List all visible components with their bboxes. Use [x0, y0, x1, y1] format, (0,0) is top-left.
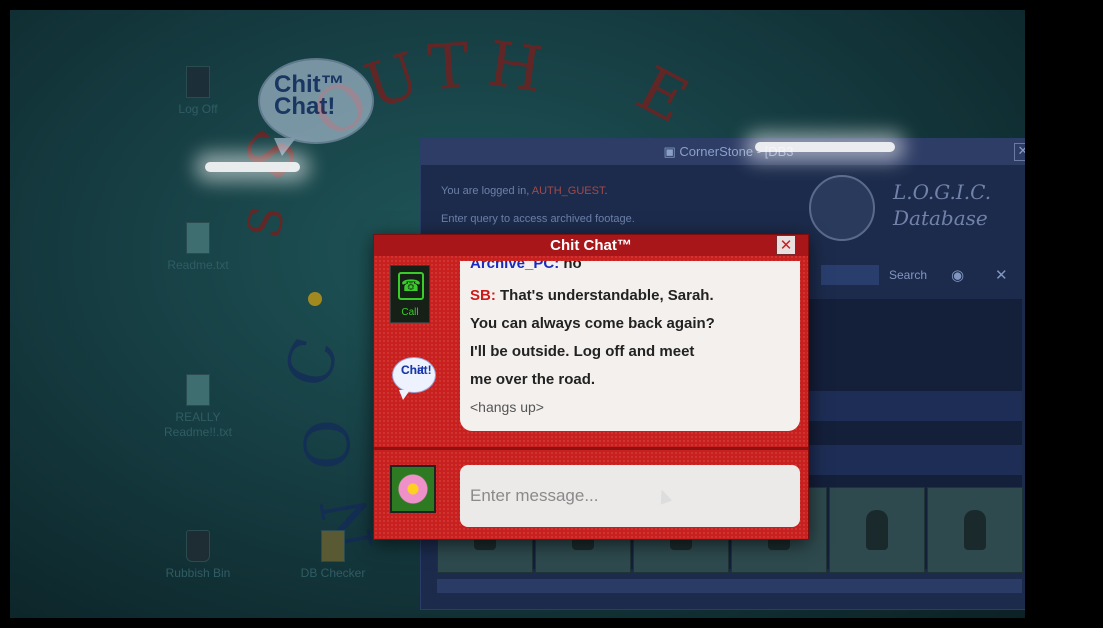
- window-icon: ▣: [663, 144, 680, 159]
- seal-logo: [809, 175, 875, 241]
- chitchat-close-button[interactable]: ✕: [776, 235, 796, 255]
- login-status: You are logged in, AUTH_GUEST.: [441, 185, 608, 197]
- database-title: L.O.G.I.C. Database: [893, 179, 991, 231]
- door-icon: [186, 66, 210, 98]
- divider: [374, 447, 808, 450]
- message-line: me over the road.: [470, 371, 596, 388]
- database-file-icon: [321, 530, 345, 562]
- background-letter-s2: S: [236, 201, 296, 243]
- message-line: SB: That's understandable, Sarah.: [470, 287, 714, 304]
- message-input[interactable]: [460, 465, 800, 527]
- background-letter-c: C: [270, 330, 354, 395]
- database-title-line1: L.O.G.I.C.: [893, 180, 992, 204]
- trash-icon: [186, 530, 210, 562]
- screen-glare: [755, 142, 895, 152]
- database-title-line2: Database: [893, 206, 988, 230]
- desktop-icon-log-off[interactable]: Log Off: [153, 66, 243, 117]
- background-letter-t: T: [425, 28, 472, 105]
- background-letter-h: H: [483, 26, 547, 107]
- desktop-icon-label-line2: Readme!!.txt: [163, 425, 233, 439]
- message-line: You can always come back again?: [470, 315, 715, 332]
- background-letter-o2: O: [290, 419, 364, 470]
- desktop-icon-rubbish-bin[interactable]: Rubbish Bin: [153, 530, 243, 581]
- desktop-icon-label-line1: REALLY: [175, 410, 221, 424]
- search-input[interactable]: [821, 265, 879, 285]
- search-button[interactable]: Search: [889, 265, 927, 285]
- desktop-icon-label: DB Checker: [300, 566, 366, 580]
- call-label: Call: [401, 307, 419, 318]
- chitchat-window: Chit Chat™ ✕ ☎ Call Chit Chat! Archive_PC…: [373, 234, 809, 540]
- text-file-icon: [186, 222, 210, 254]
- message-line: Archive_PC: no: [470, 261, 582, 272]
- footage-thumbnail[interactable]: [829, 487, 925, 573]
- desktop-icon-really-readme[interactable]: REALLY Readme!!.txt: [153, 374, 243, 440]
- message-sender: SB:: [470, 287, 496, 304]
- message-line: I'll be outside. Log off and meet: [470, 343, 695, 360]
- cornerstone-close-button[interactable]: ✕: [1014, 143, 1025, 161]
- avatar: [390, 465, 436, 513]
- message-sender: Archive_PC:: [470, 261, 560, 272]
- tools-icon[interactable]: ✕: [995, 265, 1008, 285]
- chitchat-logo: Chit Chat!: [392, 357, 436, 400]
- background-letter-e: E: [625, 51, 700, 138]
- query-prompt: Enter query to access archived footage.: [441, 213, 635, 225]
- call-button[interactable]: ☎ Call: [390, 265, 430, 323]
- footage-thumbnail[interactable]: [927, 487, 1023, 573]
- desktop-icon-label: Log Off: [178, 102, 218, 116]
- phone-icon: ☎: [398, 272, 424, 300]
- chitchat-logo-line2: Chat!: [401, 363, 432, 377]
- message-text: That's understandable, Sarah.: [495, 287, 714, 304]
- logo-line2: Chat!: [274, 93, 336, 120]
- desktop-icon-db-checker[interactable]: DB Checker: [288, 530, 378, 581]
- login-user: AUTH_GUEST: [531, 185, 605, 197]
- chitchat-title-bar[interactable]: Chit Chat™: [374, 235, 808, 256]
- login-prefix: You are logged in,: [441, 185, 532, 197]
- desktop-dot: [308, 292, 322, 306]
- message-text: no: [559, 261, 582, 272]
- desktop-icon-label: Readme.txt: [167, 258, 229, 272]
- message-history[interactable]: Archive_PC: no SB: That's understandable…: [460, 261, 800, 431]
- info-icon[interactable]: ◉: [951, 265, 964, 285]
- cornerstone-title-bar[interactable]: ▣ CornerStone - [DB3: [421, 139, 1025, 165]
- screen-glare: [205, 162, 300, 172]
- desktop-icon-readme[interactable]: Readme.txt: [153, 222, 243, 273]
- cornerstone-scrollbar[interactable]: [437, 579, 1022, 593]
- chitchat-desktop-logo[interactable]: Chit™ Chat!: [258, 58, 374, 156]
- system-message: <hangs up>: [470, 399, 544, 415]
- desktop-icon-label: Rubbish Bin: [165, 566, 231, 580]
- text-file-icon: [186, 374, 210, 406]
- login-suffix: .: [604, 185, 608, 197]
